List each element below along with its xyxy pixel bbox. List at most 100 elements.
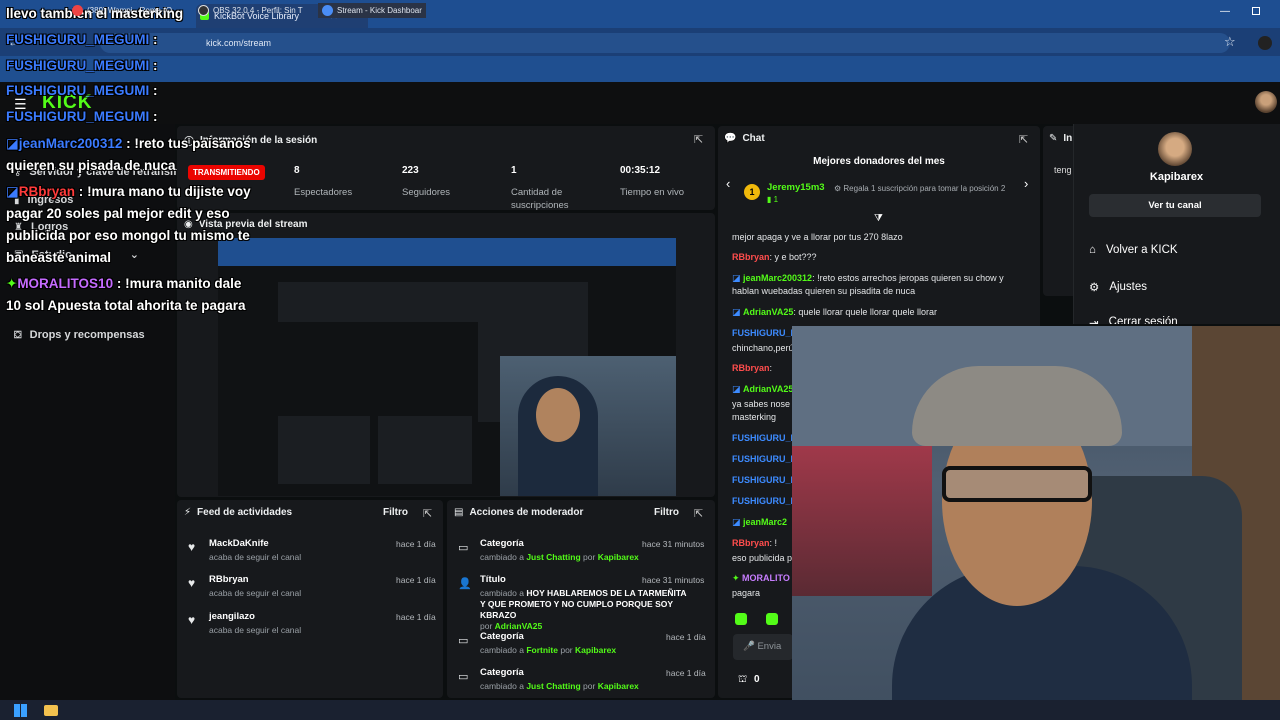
webcam-bed [792,446,932,596]
chat-message-text: ya sabes nose [732,399,791,409]
feed-expand-icon[interactable]: ⇱ [423,507,432,520]
taskbar-item-obs[interactable]: OBS 32.0.4 - Perfil: Sin T [198,3,303,18]
chat-icon: 💬 [724,133,737,144]
stat-viewers-value: 8 [294,165,300,176]
feed-item-name[interactable]: RBbryan [209,574,301,585]
donor-count: ▮ 1 [767,195,779,204]
windows-start-icon[interactable] [14,704,27,717]
chat-message-text: chinchano,perú [732,343,794,353]
mod-action-user[interactable]: AdrianVA25 [495,621,543,631]
dropdown-item-settings[interactable]: ⚙ Ajustes [1089,280,1147,294]
mod-action-value[interactable]: Just Chatting [526,681,580,691]
overlay-chat-sep: : [153,83,158,98]
chat-username[interactable]: FUSHIGURU_M [732,475,798,485]
file-explorer-icon[interactable] [44,705,58,716]
mod-action-time: hace 1 día [666,632,706,642]
profile-icon[interactable] [1258,36,1272,50]
heart-icon: ♥ [188,540,196,554]
feed-item-name[interactable]: MackDaKnife [209,538,301,549]
feed-item-name[interactable]: jeangilazo [209,611,301,622]
url-input[interactable]: kick.com/stream [100,33,1230,53]
mic-icon: 🎤 [743,641,758,652]
gift-icon: ⚙ [834,184,844,193]
chat-username[interactable]: jeanMarc200312 [743,273,812,283]
mod-expand-icon[interactable]: ⇱ [694,507,703,520]
overlay-badge-icon: ◪ [6,184,19,199]
overlay-chat-line: baneaste animal [6,247,111,269]
feed-item-action: acaba de seguir el canal [209,552,302,562]
chat-username[interactable]: AdrianVA25 [743,384,793,394]
chat-expand-icon[interactable]: ⇱ [1019,133,1028,146]
badge-icon: ◪ [732,384,744,394]
overlay-chat-user: FUSHIGURU_MEGUMI [6,58,150,73]
mod-action-user[interactable]: Kapibarex [575,645,616,655]
chat-username[interactable]: FUSHIGURU_M [732,454,798,464]
mod-action-value[interactable]: Fortnite [526,645,558,655]
chat-username[interactable]: jeanMarc2 [743,517,787,527]
chat-message: ◪ jeanMarc200312: !reto estos arrechos j… [732,272,1022,298]
mod-action-time: hace 1 día [666,668,706,678]
points-icon[interactable]: ⛫ [738,674,747,687]
overlay-chat-sep: : [126,136,131,151]
gift-icon: ⛋ [14,329,22,341]
feed-item: ♥ RBbryan acaba de seguir el canal [188,574,301,598]
mod-filter-label: Filtro [654,507,679,518]
category-icon: ▭ [458,635,469,647]
right-panel-text: teng [1054,165,1072,175]
badge-icon: ◪ [732,307,744,317]
feed-item: ♥ jeangilazo acaba de seguir el canal [188,611,301,635]
gear-icon: ⚙ [1089,282,1100,294]
maximize-icon[interactable] [1252,7,1260,15]
status-badge: TRANSMITIENDO [188,165,265,180]
feed-item-action: acaba de seguir el canal [209,588,302,598]
user-avatar[interactable] [1255,91,1277,113]
sidebar-item-drops[interactable]: ⛋ Drops y recompensas [14,329,145,341]
minimize-icon[interactable]: — [1220,6,1230,17]
mod-action-user[interactable]: Kapibarex [598,681,639,691]
overlay-chat-sep: : [116,276,122,291]
mod-action-user[interactable]: Kapibarex [598,552,639,562]
dropdown-item-back[interactable]: ⌂ Volver a KICK [1089,244,1178,256]
dropdown-username: Kapibarex [1149,171,1204,183]
feed-item: ♥ MackDaKnife acaba de seguir el canal [188,538,301,562]
chat-username[interactable]: MORALITO [742,573,790,583]
dropdown-item-logout[interactable]: ⇥ Cerrar sesión [1089,316,1178,324]
mod-action-by: por [583,552,596,562]
donors-prev-icon[interactable]: ‹ [726,176,730,191]
badge-icon: ◪ [732,273,744,283]
chrome-icon [72,5,83,16]
overlay-chat-line: ✦MORALITOS10 : !mura manito dale [6,273,241,295]
chevron-down-icon: ⌄ [129,249,140,261]
mod-filter-button[interactable]: Filtro [654,507,679,518]
chat-username[interactable]: FUSHIGURU_M [732,496,798,506]
overlay-chat-line: FUSHIGURU_MEGUMI : [6,55,158,77]
pin-icon[interactable]: ⧩ [874,213,883,224]
donor-gift-label: Regala 1 suscripción para tomar la posic… [843,184,1006,193]
chat-username[interactable]: RBbryan [732,363,770,373]
overlay-chat-sep: : [78,184,84,199]
mod-action-prefix: cambiado a [480,552,524,562]
webcam-person-glasses [942,466,1092,502]
taskbar [0,700,1280,720]
expand-icon[interactable]: ⇱ [694,133,703,146]
mod-action-value[interactable]: Just Chatting [526,552,580,562]
view-channel-button[interactable]: Ver tu canal [1089,194,1261,217]
chat-username[interactable]: RBbryan [732,538,770,548]
taskbar-item-kick[interactable]: Stream - Kick Dashboar [318,3,426,18]
webcam-overlay [792,326,1280,720]
emote-icon[interactable] [766,613,778,625]
stream-preview-video[interactable] [218,238,676,496]
donor-name[interactable]: Jeremy15m3 [767,182,825,193]
donors-next-icon[interactable]: › [1024,176,1028,191]
chat-username[interactable]: FUSHIGURU_M [732,433,798,443]
overlay-chat-user: FUSHIGURU_MEGUMI [6,32,150,47]
feed-filter-button[interactable]: Filtro [383,507,408,518]
overlay-chat-user: FUSHIGURU_MEGUMI [6,83,150,98]
chat-username[interactable]: AdrianVA25 [743,307,793,317]
preview-miniature-panel [278,416,370,484]
chat-username[interactable]: RBbryan [732,252,770,262]
emote-icon[interactable] [735,613,747,625]
chat-input[interactable]: 🎤 Envia [733,634,793,660]
bookmark-star-icon[interactable]: ☆ [1224,34,1236,50]
taskbar-item-music[interactable]: (389) Wampi - Roma (O [72,3,172,18]
